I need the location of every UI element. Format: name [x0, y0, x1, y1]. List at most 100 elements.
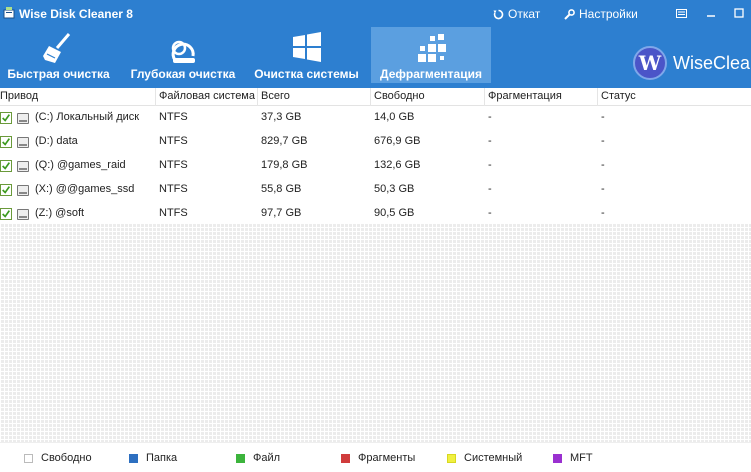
drive-fs: NTFS	[159, 159, 188, 171]
drive-status: -	[601, 207, 605, 219]
header-status[interactable]: Статус	[601, 90, 636, 102]
legend-system: Системный	[447, 452, 522, 464]
vacuum-icon	[171, 40, 195, 63]
menu-button[interactable]	[672, 5, 690, 21]
wise-logo-icon: W	[633, 46, 667, 80]
undo-icon	[493, 9, 504, 19]
rollback-button[interactable]: Откат	[493, 7, 540, 21]
menu-icon	[675, 8, 687, 18]
drive-fragmentation: -	[488, 207, 492, 219]
tab-quick-clean[interactable]: Быстрая очистка	[0, 27, 117, 83]
table-row[interactable]: (C:) Локальный диск NTFS 37,3 GB 14,0 GB…	[0, 106, 751, 130]
legend-label: Свободно	[41, 452, 92, 464]
drive-fs: NTFS	[159, 183, 188, 195]
tab-system-clean[interactable]: Очистка системы	[249, 27, 364, 83]
legend-free: Свободно	[24, 452, 92, 464]
settings-label: Настройки	[579, 7, 638, 21]
drive-icon	[17, 113, 29, 124]
drive-fs: NTFS	[159, 135, 188, 147]
app-icon	[3, 7, 15, 19]
drive-icon	[17, 161, 29, 172]
drive-name: (X:) @@games_ssd	[35, 183, 135, 195]
maximize-icon	[734, 8, 744, 18]
drive-checkbox[interactable]	[0, 208, 12, 220]
cluster-map	[0, 223, 751, 442]
drive-total: 37,3 GB	[261, 111, 302, 123]
legend-label: MFT	[570, 452, 593, 464]
cluster-legend: Свободно Папка Файл Фрагменты Системный …	[0, 442, 751, 472]
drive-status: -	[601, 111, 605, 123]
drive-free: 132,6 GB	[374, 159, 421, 171]
drive-fragmentation: -	[488, 183, 492, 195]
legend-folder: Папка	[129, 452, 177, 464]
settings-button[interactable]: Настройки	[564, 7, 638, 21]
tab-defrag-label: Дефрагментация	[380, 67, 482, 81]
table-row[interactable]: (Q:) @games_raid NTFS 179,8 GB 132,6 GB …	[0, 154, 751, 178]
header-total[interactable]: Всего	[261, 90, 290, 102]
drive-fs: NTFS	[159, 207, 188, 219]
drive-fs: NTFS	[159, 111, 188, 123]
drive-icon	[17, 137, 29, 148]
drive-total: 97,7 GB	[261, 207, 302, 219]
drive-fragmentation: -	[488, 135, 492, 147]
legend-swatch	[447, 453, 456, 463]
legend-label: Файл	[253, 452, 281, 464]
drive-total: 55,8 GB	[261, 183, 302, 195]
drive-table: Привод Файловая система Всего Свободно Ф…	[0, 88, 751, 226]
drive-fragmentation: -	[488, 111, 492, 123]
drive-status: -	[601, 183, 605, 195]
legend-label: Фрагменты	[358, 452, 416, 464]
drive-checkbox[interactable]	[0, 184, 12, 196]
legend-swatch	[341, 453, 350, 463]
minimize-icon	[707, 15, 715, 17]
legend-file: Файл	[236, 452, 280, 464]
legend-swatch	[553, 453, 562, 463]
header-filesystem[interactable]: Файловая система	[159, 90, 255, 102]
drive-free: 676,9 GB	[374, 135, 421, 147]
tab-defrag[interactable]: Дефрагментация	[371, 27, 491, 83]
wrench-icon	[564, 8, 575, 20]
drive-status: -	[601, 159, 605, 171]
minimize-button[interactable]	[702, 5, 720, 21]
rollback-label: Откат	[508, 7, 541, 21]
drive-checkbox[interactable]	[0, 112, 12, 124]
tab-deep-clean-label: Глубокая очистка	[130, 67, 236, 81]
drive-name: (C:) Локальный диск	[35, 111, 140, 123]
drive-fragmentation: -	[488, 159, 492, 171]
drive-total: 179,8 GB	[261, 159, 308, 171]
defrag-icon	[418, 34, 446, 62]
legend-label: Системный	[464, 452, 523, 464]
header-free[interactable]: Свободно	[374, 90, 425, 102]
table-row[interactable]: (X:) @@games_ssd NTFS 55,8 GB 50,3 GB - …	[0, 178, 751, 202]
drive-total: 829,7 GB	[261, 135, 308, 147]
drive-checkbox[interactable]	[0, 160, 12, 172]
table-header: Привод Файловая система Всего Свободно Ф…	[0, 88, 751, 106]
drive-checkbox[interactable]	[0, 136, 12, 148]
legend-swatch	[129, 453, 138, 463]
app-title: Wise Disk Cleaner 8	[19, 7, 133, 21]
drive-name: (Z:) @soft	[35, 207, 85, 219]
legend-mft: MFT	[553, 452, 593, 464]
drive-free: 50,3 GB	[374, 183, 415, 195]
maximize-button[interactable]	[730, 5, 748, 21]
drive-free: 90,5 GB	[374, 207, 415, 219]
top-bar: Wise Disk Cleaner 8 Откат Настройки Быст…	[0, 0, 751, 88]
tab-deep-clean[interactable]: Глубокая очистка	[124, 27, 242, 83]
drive-icon	[17, 209, 29, 220]
brand-name: WiseClean	[673, 52, 751, 73]
drive-name: (Q:) @games_raid	[35, 159, 126, 171]
legend-label: Папка	[146, 452, 178, 464]
legend-swatch	[24, 453, 33, 463]
legend-fragments: Фрагменты	[341, 452, 415, 464]
tab-system-clean-label: Очистка системы	[254, 67, 359, 81]
windows-icon	[292, 32, 321, 62]
drive-name: (D:) data	[35, 135, 78, 147]
table-row[interactable]: (D:) data NTFS 829,7 GB 676,9 GB - -	[0, 130, 751, 154]
header-drive[interactable]: Привод	[0, 90, 38, 102]
tab-quick-clean-label: Быстрая очистка	[7, 67, 110, 81]
legend-swatch	[236, 453, 245, 463]
title-bar: Wise Disk Cleaner 8 Откат Настройки	[0, 0, 751, 27]
drive-status: -	[601, 135, 605, 147]
brand-logo: W WiseClean	[633, 46, 751, 80]
header-fragmentation[interactable]: Фрагментация	[488, 90, 562, 102]
